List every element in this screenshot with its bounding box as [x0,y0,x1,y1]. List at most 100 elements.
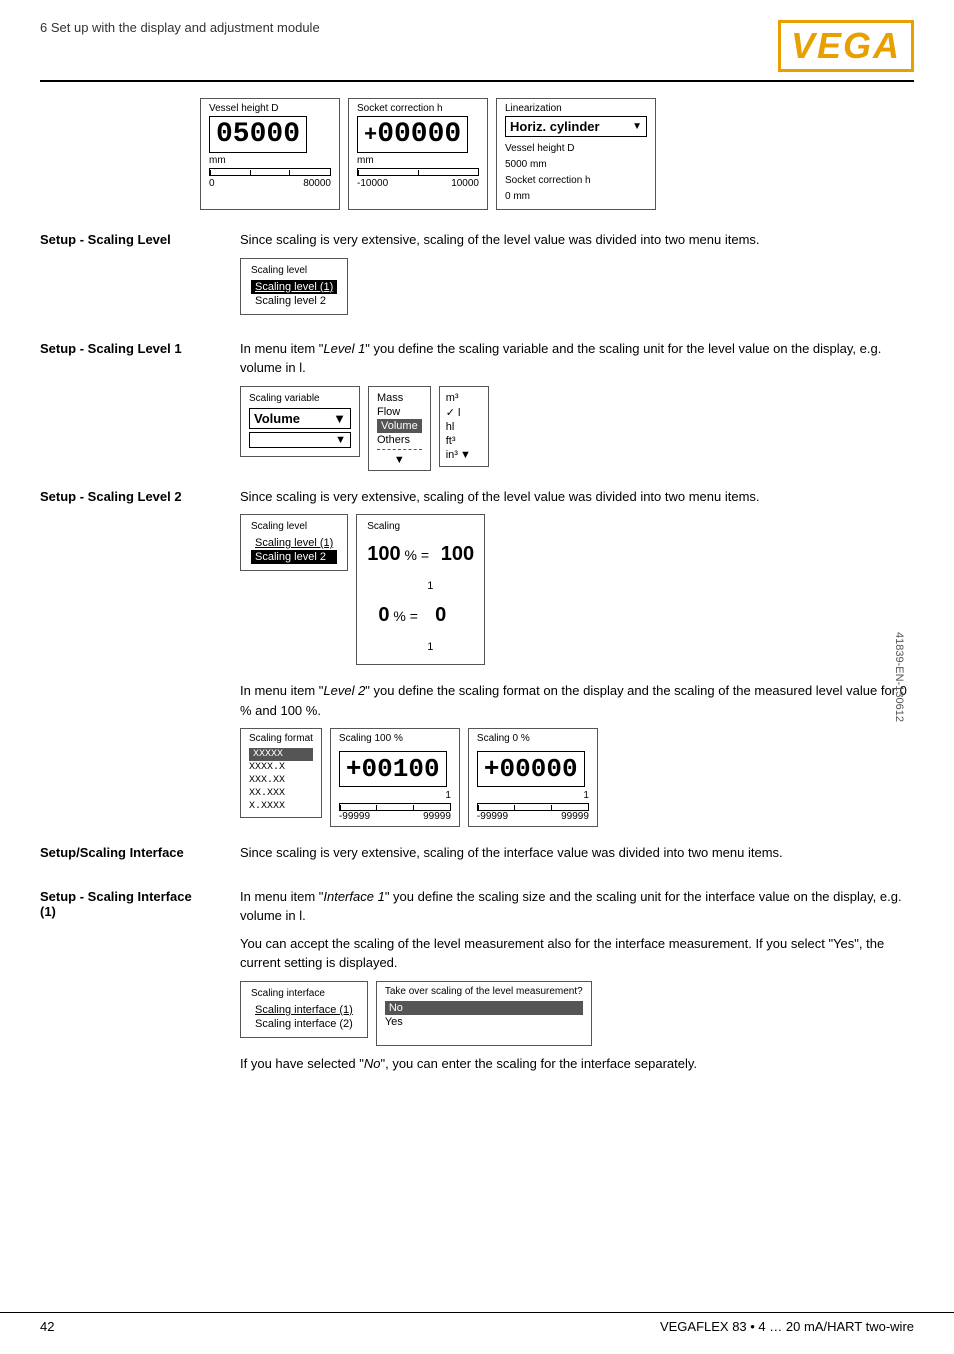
scaling-level-menu-title: Scaling level [251,265,337,276]
si-item-1[interactable]: Scaling interface (1) [251,1003,357,1017]
scaling100-num: 00100 [362,754,440,784]
lin-sc-value: 0 mm [505,189,647,205]
interface1-label-text: Setup - Scaling Interface(1) [40,889,192,919]
scaling-var-title: Scaling variable [249,393,351,404]
setup-scaling-level-row: Setup - Scaling Level Since scaling is v… [40,230,914,323]
variable-list-box: Mass Flow Volume Others ▼ [368,386,431,471]
s100-tick-m1 [376,805,377,810]
linearization-details: Vessel height D 5000 mm Socket correctio… [505,141,647,205]
s100-min: -99999 [339,811,370,822]
scaling-display: Scaling 100 % = 100 1 0 % = 0 1 [356,514,485,665]
scaling-level-item-2[interactable]: Scaling level 2 [251,294,337,308]
sc-scale-min: -10000 [357,178,388,189]
second-dropdown[interactable]: ▼ [249,432,351,448]
setup-scaling-interface1-content: In menu item "Interface 1" you define th… [240,887,914,1082]
unit-l[interactable]: l [446,405,482,420]
s0-tick-m1 [514,805,515,810]
var-separator [377,449,422,452]
unit-hl[interactable]: hl [446,420,482,434]
lin-sc-label: Socket correction h [505,173,647,189]
s0-tick-m2 [551,805,552,810]
socket-correction-value: +00000 [357,116,468,153]
format-section: Scaling format XXXXX XXXX.X XXX.XX XX.XX… [240,728,914,827]
setup-scaling-level2-label: Setup - Scaling Level 2 [40,487,240,504]
scaling-display-title: Scaling [367,521,474,532]
setup-scaling-interface1-label: Setup - Scaling Interface(1) [40,887,240,919]
scaling0-box: Scaling 0 % +00000 1 -99999 99999 [468,728,598,827]
setup-scaling-interface1-row: Setup - Scaling Interface(1) In menu ite… [40,887,914,1082]
var-mass[interactable]: Mass [377,391,422,405]
format-xxxx-x[interactable]: XXXX.X [249,761,313,774]
scaling0-prefix: + [484,754,500,784]
take-over-title: Take over scaling of the level measureme… [385,986,583,997]
volume-value: Volume [254,411,300,426]
scaling100-prefix: + [346,754,362,784]
si-item-2[interactable]: Scaling interface (2) [251,1017,357,1031]
scaling0-num: 00000 [500,754,578,784]
socket-tick-m [418,170,419,175]
scaling100-box: Scaling 100 % +00100 1 -99999 99999 [330,728,460,827]
linearization-box: Linearization Horiz. cylinder ▼ Vessel h… [496,98,656,210]
sl2-0-num: 0 [367,604,389,626]
vessel-height-value: 05000 [209,116,307,153]
scaling-var-container: Scaling variable Volume ▼ ▼ Mass Flow Vo… [240,386,914,471]
scaling-variable-box: Scaling variable Volume ▼ ▼ [240,386,360,457]
take-over-no[interactable]: No [385,1001,583,1015]
unit-m3[interactable]: m³ [446,391,482,405]
socket-tick-r [478,170,479,175]
socket-display: 00000 [377,119,461,150]
scaling-l2-container: Scaling level Scaling level (1) Scaling … [240,514,914,673]
lin-vh-value: 5000 mm [505,157,647,173]
footer-product: VEGAFLEX 83 • 4 … 20 mA/HART two-wire [660,1319,914,1334]
scaling100-tick: 1 [339,790,451,801]
linearization-dropdown[interactable]: Horiz. cylinder ▼ [505,116,647,137]
var-flow[interactable]: Flow [377,405,422,419]
socket-correction-box: Socket correction h +00000 mm -10000 100… [348,98,488,210]
scaling-level-item-1[interactable]: Scaling level (1) [251,280,337,294]
volume-dropdown[interactable]: Volume ▼ [249,408,351,429]
vessel-height-scale [209,168,331,176]
scaling0-title: Scaling 0 % [477,733,589,744]
interface1-text2: You can accept the scaling of the level … [240,934,914,973]
var-others[interactable]: Others [377,433,422,447]
sl2-item-1[interactable]: Scaling level (1) [251,536,337,550]
scaling100-title: Scaling 100 % [339,733,451,744]
scaling0-scale-bar [477,803,589,811]
format-x-xxxx[interactable]: X.XXXX [249,800,313,813]
scaling0-tick: 1 [477,790,589,801]
interface1-no-italic: No [364,1056,381,1071]
scaling-level2-menu: Scaling level Scaling level (1) Scaling … [240,514,348,571]
volume-arrow: ▼ [333,411,346,426]
var-volume[interactable]: Volume [377,419,422,433]
scaling100-value: +00100 [339,751,447,787]
scale-tick-mid2 [289,170,290,175]
unit-in3-arrow: ▼ [460,449,471,461]
setup-scaling-level1-row: Setup - Scaling Level 1 In menu item "Le… [40,339,914,471]
scaling-interface-container: Scaling interface Scaling interface (1) … [240,981,914,1046]
socket-tick-l [358,170,359,175]
socket-scale-labels: -10000 10000 [357,178,479,189]
second-dropdown-val [254,434,257,446]
page-container: 6 Set up with the display and adjustment… [0,0,954,1354]
scale-tick-mid1 [250,170,251,175]
top-diagrams: Vessel height D 05000 mm 0 80000 Socket … [200,98,914,210]
doc-number: 41839-EN-130612 [893,632,905,722]
interface1-italic: Interface 1 [323,889,384,904]
unit-in3[interactable]: in³▼ [446,448,482,462]
sl2-menu-title: Scaling level [251,521,337,532]
socket-unit: mm [357,155,479,166]
take-over-box: Take over scaling of the level measureme… [376,981,592,1046]
format-xxx-xx[interactable]: XXX.XX [249,774,313,787]
s0-max: 99999 [561,811,589,822]
sl2-item-2[interactable]: Scaling level 2 [251,550,337,564]
linearization-value: Horiz. cylinder [510,119,600,134]
unit-ft3[interactable]: ft³ [446,434,482,448]
setup-scaling-interface-content: Since scaling is very extensive, scaling… [240,843,914,871]
take-over-yes[interactable]: Yes [385,1015,583,1029]
s0-tick-l [478,805,479,810]
format-xxxxx[interactable]: XXXXX [249,748,313,761]
header-title: 6 Set up with the display and adjustment… [40,20,320,35]
setup-scaling-level1-content: In menu item "Level 1" you define the sc… [240,339,914,471]
scaling-math: 100 % = 100 1 0 % = 0 1 [367,536,474,658]
format-xx-xxx[interactable]: XX.XXX [249,787,313,800]
